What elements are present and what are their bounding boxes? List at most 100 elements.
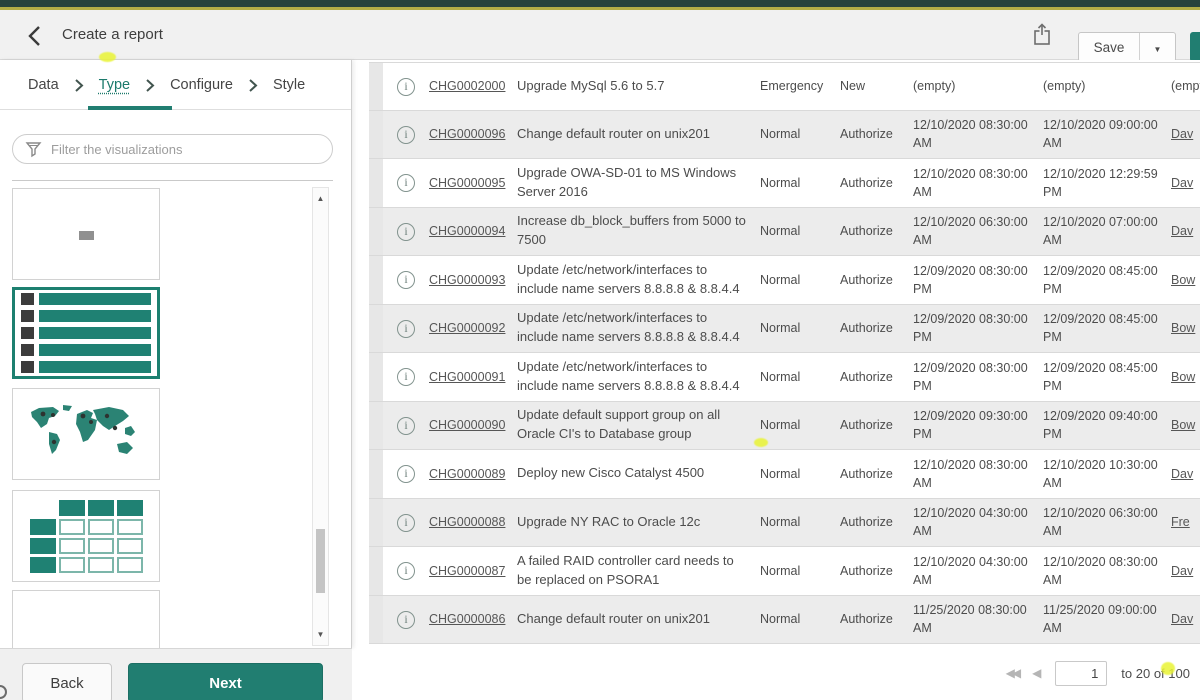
state-cell: Authorize — [840, 513, 913, 531]
end-date-cell: 12/09/2020 09:40:00 PM — [1043, 407, 1171, 443]
row-gutter — [369, 63, 383, 110]
save-button[interactable]: Save — [1079, 33, 1139, 61]
assigned-to-link[interactable]: Bow — [1171, 370, 1195, 384]
info-icon[interactable]: i — [397, 465, 415, 483]
record-number-link[interactable]: CHG0000092 — [429, 321, 505, 335]
assigned-to-link[interactable]: Dav — [1171, 564, 1193, 578]
record-number-link[interactable]: CHG0000096 — [429, 127, 505, 141]
assigned-to-link[interactable]: (empty) — [1171, 79, 1200, 93]
row-gutter — [369, 305, 383, 353]
priority-cell: Normal — [760, 319, 840, 337]
scrollbar-thumb[interactable] — [316, 529, 325, 593]
start-date-cell: 12/10/2020 04:30:00 AM — [913, 504, 1043, 540]
viz-tile-funnel[interactable] — [12, 188, 160, 280]
short-description-cell: Change default router on unix201 — [517, 610, 760, 629]
short-description-cell: Upgrade MySql 5.6 to 5.7 — [517, 77, 760, 96]
state-cell: Authorize — [840, 465, 913, 483]
record-number-link[interactable]: CHG0002000 — [429, 79, 505, 93]
info-icon[interactable]: i — [397, 271, 415, 289]
info-icon[interactable]: i — [397, 514, 415, 532]
viz-list-scrollbar[interactable]: ▲ ▼ — [312, 187, 329, 646]
assigned-to-link[interactable]: Bow — [1171, 321, 1195, 335]
assigned-to-link[interactable]: Dav — [1171, 467, 1193, 481]
assigned-to-link[interactable]: Fre — [1171, 515, 1190, 529]
table-row: i CHG0000094 Increase db_block_buffers f… — [369, 208, 1200, 257]
record-number-link[interactable]: CHG0000093 — [429, 273, 505, 287]
short-description-cell: A failed RAID controller card needs to b… — [517, 552, 760, 590]
end-date-cell: 12/10/2020 06:30:00 AM — [1043, 504, 1171, 540]
short-description-cell: Deploy new Cisco Catalyst 4500 — [517, 464, 760, 483]
back-button[interactable] — [22, 24, 48, 50]
share-button[interactable] — [1028, 22, 1056, 50]
priority-cell: Emergency — [760, 77, 840, 95]
info-icon[interactable]: i — [397, 174, 415, 192]
report-wizard-panel: Data Type Configure Style — [0, 60, 352, 648]
end-date-cell: 12/10/2020 08:30:00 AM — [1043, 553, 1171, 589]
record-number-link[interactable]: CHG0000095 — [429, 176, 505, 190]
visualization-filter — [12, 134, 333, 164]
step-style[interactable]: Style — [273, 77, 305, 93]
record-number-link[interactable]: CHG0000090 — [429, 418, 505, 432]
save-dropdown-button[interactable]: ▼ — [1139, 33, 1175, 61]
state-cell: Authorize — [840, 222, 913, 240]
start-date-cell: 12/10/2020 06:30:00 AM — [913, 213, 1043, 249]
chevron-right-icon — [248, 78, 258, 93]
scroll-down-icon[interactable]: ▼ — [313, 630, 328, 639]
info-icon[interactable]: i — [397, 368, 415, 386]
step-configure[interactable]: Configure — [170, 77, 233, 93]
first-page-icon[interactable]: ◀◀ — [1006, 666, 1018, 680]
row-gutter — [369, 256, 383, 304]
end-date-cell: 12/09/2020 08:45:00 PM — [1043, 359, 1171, 395]
state-cell: Authorize — [840, 610, 913, 628]
viz-tile-map[interactable] — [12, 388, 160, 480]
row-range-label: to 20 of 100 — [1121, 666, 1190, 681]
end-date-cell: 12/09/2020 08:45:00 PM — [1043, 262, 1171, 298]
wizard-next-button[interactable]: Next — [128, 663, 323, 700]
record-number-link[interactable]: CHG0000086 — [429, 612, 505, 626]
filter-input[interactable] — [51, 142, 332, 157]
record-number-link[interactable]: CHG0000094 — [429, 224, 505, 238]
table-row: i CHG0000086 Change default router on un… — [369, 596, 1200, 645]
state-cell: Authorize — [840, 174, 913, 192]
world-map-icon — [25, 402, 147, 466]
assigned-to-link[interactable]: Bow — [1171, 273, 1195, 287]
viz-tile-list[interactable] — [12, 287, 160, 379]
assigned-to-link[interactable]: Dav — [1171, 176, 1193, 190]
wizard-back-button[interactable]: Back — [22, 663, 112, 700]
scroll-up-icon[interactable]: ▲ — [313, 194, 328, 203]
prev-page-icon[interactable]: ◀ — [1032, 666, 1041, 680]
info-icon[interactable]: i — [397, 223, 415, 241]
record-number-link[interactable]: CHG0000091 — [429, 370, 505, 384]
info-icon[interactable]: i — [397, 417, 415, 435]
record-number-link[interactable]: CHG0000088 — [429, 515, 505, 529]
start-date-cell: 12/09/2020 08:30:00 PM — [913, 359, 1043, 395]
record-number-link[interactable]: CHG0000087 — [429, 564, 505, 578]
assigned-to-link[interactable]: Dav — [1171, 127, 1193, 141]
clipped-edge-button[interactable] — [1190, 32, 1200, 62]
priority-cell: Normal — [760, 513, 840, 531]
record-number-link[interactable]: CHG0000089 — [429, 467, 505, 481]
short-description-cell: Update /etc/network/interfaces to includ… — [517, 358, 760, 396]
pivot-table-icon — [30, 500, 143, 573]
row-gutter — [369, 499, 383, 547]
screen: Create a report Save ▼ Data Type Configu… — [0, 0, 1200, 700]
table-row: i CHG0000096 Change default router on un… — [369, 111, 1200, 160]
priority-cell: Normal — [760, 465, 840, 483]
info-icon[interactable]: i — [397, 78, 415, 96]
viz-tile-table[interactable] — [12, 490, 160, 582]
page-number-input[interactable] — [1055, 661, 1107, 686]
info-icon[interactable]: i — [397, 126, 415, 144]
start-date-cell: 12/09/2020 08:30:00 PM — [913, 262, 1043, 298]
step-type[interactable]: Type — [99, 77, 130, 93]
assigned-to-link[interactable]: Dav — [1171, 612, 1193, 626]
priority-cell: Normal — [760, 271, 840, 289]
assigned-to-link[interactable]: Dav — [1171, 224, 1193, 238]
info-icon[interactable]: i — [397, 320, 415, 338]
start-date-cell: 12/10/2020 08:30:00 AM — [913, 165, 1043, 201]
viz-tile-pyramid[interactable] — [12, 590, 160, 648]
step-data[interactable]: Data — [28, 77, 59, 93]
info-icon[interactable]: i — [397, 562, 415, 580]
assigned-to-link[interactable]: Bow — [1171, 418, 1195, 432]
info-icon[interactable]: i — [397, 611, 415, 629]
priority-cell: Normal — [760, 562, 840, 580]
